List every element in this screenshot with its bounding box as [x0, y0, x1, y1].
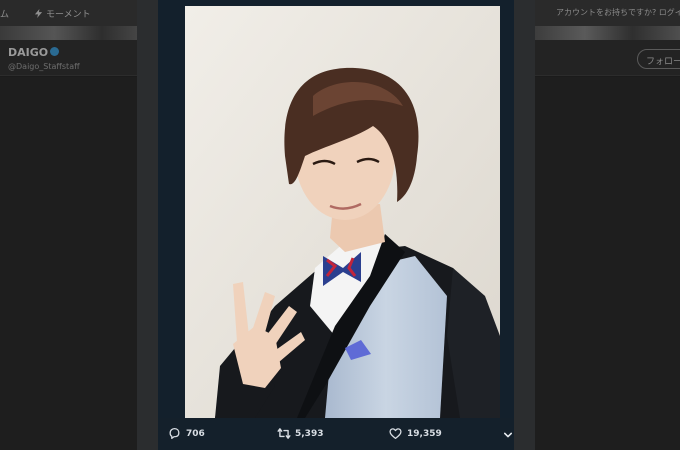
nav-moments-link[interactable]: モーメント [34, 7, 91, 20]
profile-name-text: DAIGO [8, 46, 49, 59]
reply-bubble-icon [169, 427, 180, 440]
verified-badge-icon [50, 47, 60, 56]
page: ム モーメント アカウントをお持ちですか? ログイン DAIGO @Daigo_… [0, 0, 680, 450]
follow-button[interactable]: フォロー [637, 49, 680, 69]
login-prompt-link[interactable]: アカウントをお持ちですか? ログイン [556, 7, 680, 18]
tweet-action-bar: 706 5,393 19,359 [158, 418, 514, 450]
media-modal: 706 5,393 19,359 [137, 0, 535, 450]
retweet-arrows-icon [277, 428, 291, 439]
retweet-count: 5,393 [295, 429, 324, 439]
chevron-down-icon[interactable] [504, 432, 512, 438]
reply-count: 706 [186, 429, 205, 439]
heart-icon [389, 428, 402, 440]
nav-home-link[interactable]: ム [0, 7, 9, 20]
nav-moments-label: モーメント [46, 10, 91, 20]
profile-name[interactable]: DAIGO [8, 46, 60, 59]
like-count: 19,359 [407, 429, 442, 439]
profile-handle: @Daigo_Staffstaff [8, 62, 80, 71]
tweet-photo[interactable] [185, 6, 500, 418]
portrait-illustration [185, 6, 500, 418]
lightning-icon [34, 9, 43, 18]
media-frame [158, 0, 514, 418]
